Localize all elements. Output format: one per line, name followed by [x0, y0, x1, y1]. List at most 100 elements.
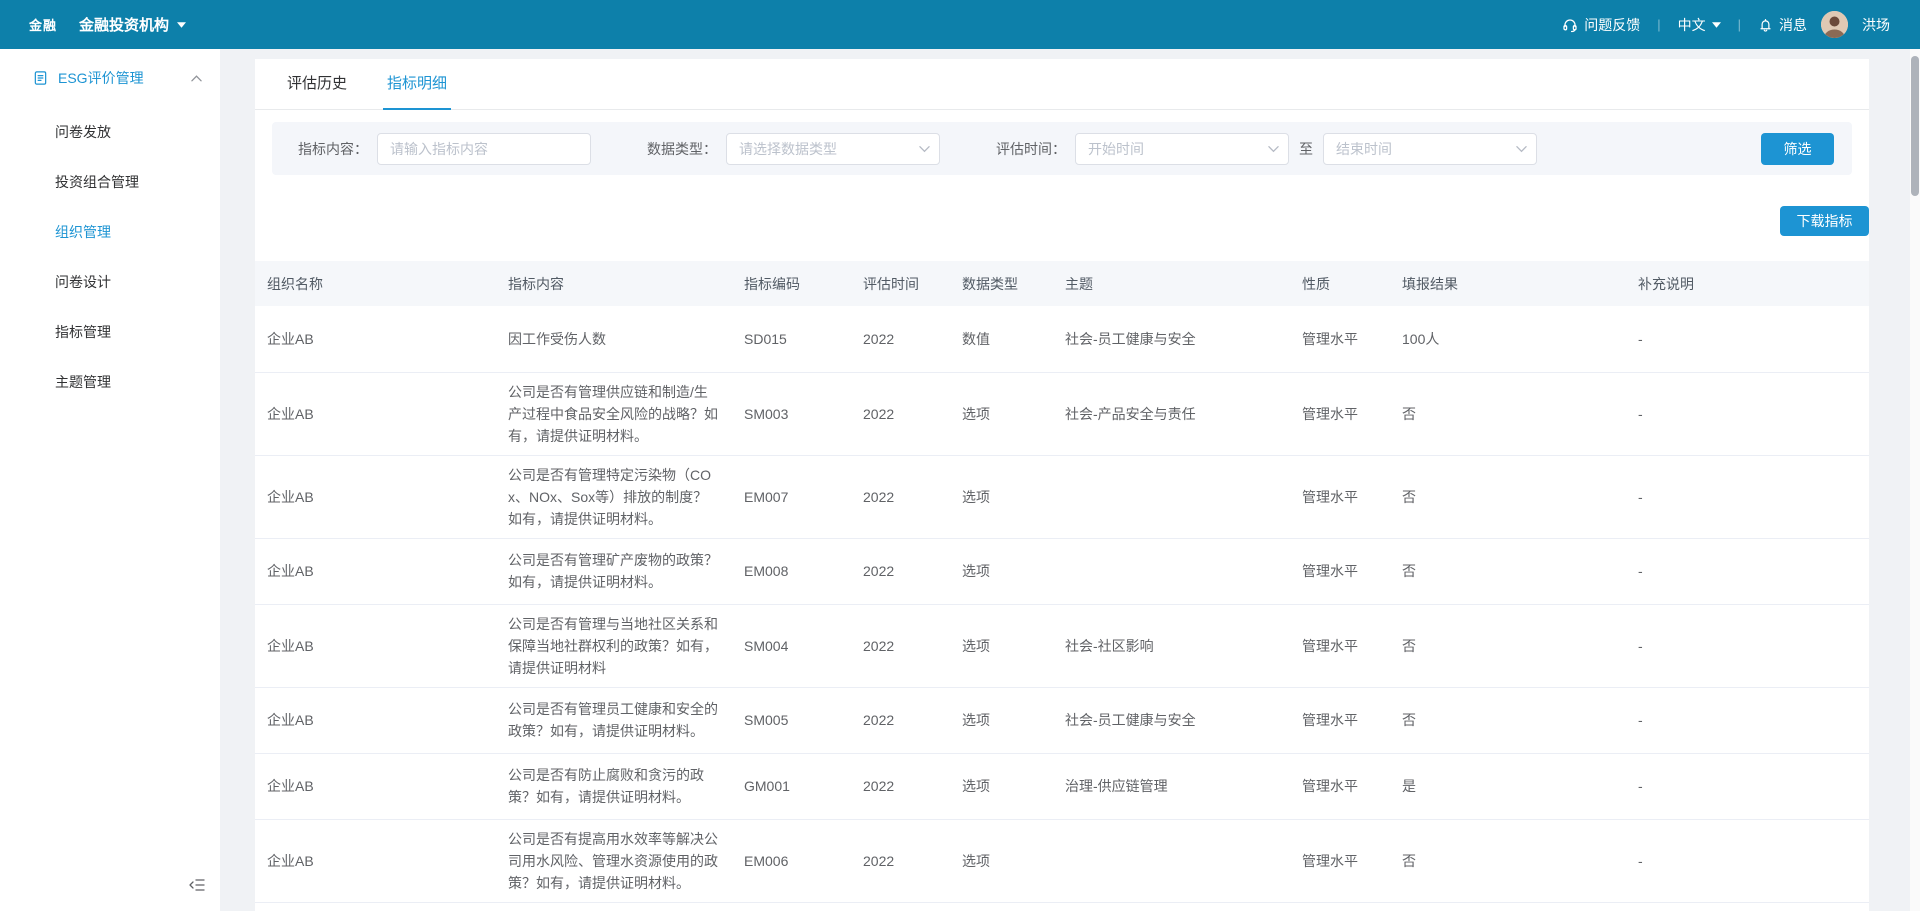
- table-cell: 公司是否有管理特定污染物（COx、NOx、Sox等）排放的制度？如有，请提供证明…: [496, 455, 732, 538]
- table-cell: 管理水平: [1290, 306, 1390, 372]
- table-body: 企业AB因工作受伤人数SD0152022数值社会-员工健康与安全管理水平100人…: [255, 306, 1869, 902]
- table-cell: 2022: [851, 819, 950, 902]
- table-cell: EM006: [732, 819, 851, 902]
- data-type-label: 数据类型：: [647, 139, 717, 159]
- nav-divider: |: [1738, 17, 1741, 32]
- tab[interactable]: 指标明细: [367, 59, 467, 109]
- table-cell: 选项: [950, 604, 1053, 687]
- indicator-content-input[interactable]: [377, 133, 591, 165]
- indicator-content-label: 指标内容：: [298, 139, 368, 159]
- evaluation-time-label: 评估时间：: [996, 139, 1066, 159]
- table-cell: -: [1626, 687, 1869, 753]
- tab[interactable]: 评估历史: [267, 59, 367, 109]
- table-cell: 选项: [950, 753, 1053, 819]
- sidebar-root-label: ESG评价管理: [58, 68, 181, 88]
- table-row: 企业AB因工作受伤人数SD0152022数值社会-员工健康与安全管理水平100人…: [255, 306, 1869, 372]
- table-cell: 管理水平: [1290, 604, 1390, 687]
- collapse-sidebar-button[interactable]: [186, 875, 208, 895]
- table-row: 企业AB公司是否有管理员工健康和安全的政策？如有，请提供证明材料。SM00520…: [255, 687, 1869, 753]
- sidebar-item[interactable]: 主题管理: [0, 357, 220, 407]
- main-content: 评估历史指标明细 指标内容： 数据类型： 评估时间：: [220, 49, 1920, 911]
- table-cell: 社会-产品安全与责任: [1053, 372, 1290, 455]
- chevron-down-icon: [1516, 145, 1527, 152]
- table-cell: 2022: [851, 372, 950, 455]
- table-cell: 选项: [950, 538, 1053, 604]
- messages-label: 消息: [1779, 15, 1807, 35]
- table-cell: 选项: [950, 819, 1053, 902]
- table-cell: [1053, 538, 1290, 604]
- table-cell: 企业AB: [255, 753, 496, 819]
- vertical-scrollbar[interactable]: [1910, 49, 1920, 911]
- column-header: 主题: [1053, 261, 1290, 306]
- end-time-input[interactable]: [1323, 133, 1537, 165]
- table-cell: 公司是否有提高用水效率等解决公司用水风险、管理水资源使用的政策？如有，请提供证明…: [496, 819, 732, 902]
- table-cell: 选项: [950, 455, 1053, 538]
- table-cell: [1053, 455, 1290, 538]
- column-header: 组织名称: [255, 261, 496, 306]
- scrollbar-thumb[interactable]: [1911, 56, 1919, 196]
- table-cell: 企业AB: [255, 538, 496, 604]
- org-switcher[interactable]: 金融投资机构: [79, 14, 186, 35]
- language-selector[interactable]: 中文: [1678, 15, 1721, 35]
- table-cell: SD015: [732, 306, 851, 372]
- table-cell: 公司是否有管理员工健康和安全的政策？如有，请提供证明材料。: [496, 687, 732, 753]
- table-cell: 管理水平: [1290, 819, 1390, 902]
- start-time-input[interactable]: [1075, 133, 1289, 165]
- table-cell: 公司是否有管理矿产废物的政策？如有，请提供证明材料。: [496, 538, 732, 604]
- app-logo: 金融: [29, 15, 57, 34]
- table-cell: 社会-社区影响: [1053, 604, 1290, 687]
- table-cell: 公司是否有管理与当地社区关系和保障当地社群权利的政策？如有，请提供证明材料: [496, 604, 732, 687]
- table-row: 企业AB公司是否有防止腐败和贪污的政策？如有，请提供证明材料。GM0012022…: [255, 753, 1869, 819]
- table-cell: -: [1626, 306, 1869, 372]
- table-cell: 社会-员工健康与安全: [1053, 306, 1290, 372]
- table-cell: 企业AB: [255, 455, 496, 538]
- table-cell: 公司是否有管理供应链和制造/生产过程中食品安全风险的战略？如有，请提供证明材料。: [496, 372, 732, 455]
- sidebar-item[interactable]: 投资组合管理: [0, 157, 220, 207]
- table-header-row: 组织名称指标内容指标编码评估时间数据类型主题性质填报结果补充说明: [255, 261, 1869, 306]
- sidebar-item[interactable]: 组织管理: [0, 207, 220, 257]
- sidebar-item[interactable]: 问卷设计: [0, 257, 220, 307]
- table-cell: 100人: [1390, 306, 1626, 372]
- download-indicators-button[interactable]: 下载指标: [1780, 206, 1869, 236]
- feedback-button[interactable]: 问题反馈: [1562, 15, 1640, 35]
- messages-button[interactable]: 消息: [1758, 15, 1807, 35]
- sidebar-item[interactable]: 指标管理: [0, 307, 220, 357]
- table-cell: 2022: [851, 687, 950, 753]
- table-cell: 否: [1390, 372, 1626, 455]
- table-cell: 否: [1390, 819, 1626, 902]
- username[interactable]: 洪场: [1862, 15, 1890, 35]
- table-row: 企业AB公司是否有管理与当地社区关系和保障当地社群权利的政策？如有，请提供证明材…: [255, 604, 1869, 687]
- table-cell: 数值: [950, 306, 1053, 372]
- table-cell: 2022: [851, 306, 950, 372]
- language-label: 中文: [1678, 15, 1706, 35]
- filter-bar: 指标内容： 数据类型： 评估时间：: [272, 122, 1852, 175]
- avatar[interactable]: [1821, 11, 1848, 38]
- column-header: 填报结果: [1390, 261, 1626, 306]
- table-cell: 选项: [950, 687, 1053, 753]
- avatar-image: [1821, 11, 1848, 38]
- table-cell: -: [1626, 538, 1869, 604]
- data-type-select[interactable]: [726, 133, 940, 165]
- table-cell: 社会-员工健康与安全: [1053, 687, 1290, 753]
- table-cell: -: [1626, 819, 1869, 902]
- tab-bar: 评估历史指标明细: [255, 59, 1869, 110]
- sidebar-item[interactable]: 问卷发放: [0, 107, 220, 157]
- table-cell: 公司是否有防止腐败和贪污的政策？如有，请提供证明材料。: [496, 753, 732, 819]
- table-cell: 2022: [851, 604, 950, 687]
- feedback-label: 问题反馈: [1584, 15, 1640, 35]
- sidebar-root-esg-management[interactable]: ESG评价管理: [0, 49, 220, 107]
- filter-button[interactable]: 筛选: [1761, 133, 1834, 165]
- column-header: 指标编码: [732, 261, 851, 306]
- column-header: 指标内容: [496, 261, 732, 306]
- column-header: 性质: [1290, 261, 1390, 306]
- document-icon: [33, 70, 48, 86]
- column-header: 补充说明: [1626, 261, 1869, 306]
- table-row: 企业AB公司是否有提高用水效率等解决公司用水风险、管理水资源使用的政策？如有，请…: [255, 819, 1869, 902]
- table-cell: 治理-供应链管理: [1053, 753, 1290, 819]
- table-cell: -: [1626, 753, 1869, 819]
- collapse-sidebar-icon: [189, 878, 205, 892]
- content-card: 评估历史指标明细 指标内容： 数据类型： 评估时间：: [255, 59, 1869, 911]
- table-cell: 企业AB: [255, 306, 496, 372]
- top-navbar: 金融 金融投资机构 问题反馈 | 中文: [0, 0, 1920, 49]
- table-cell: 否: [1390, 538, 1626, 604]
